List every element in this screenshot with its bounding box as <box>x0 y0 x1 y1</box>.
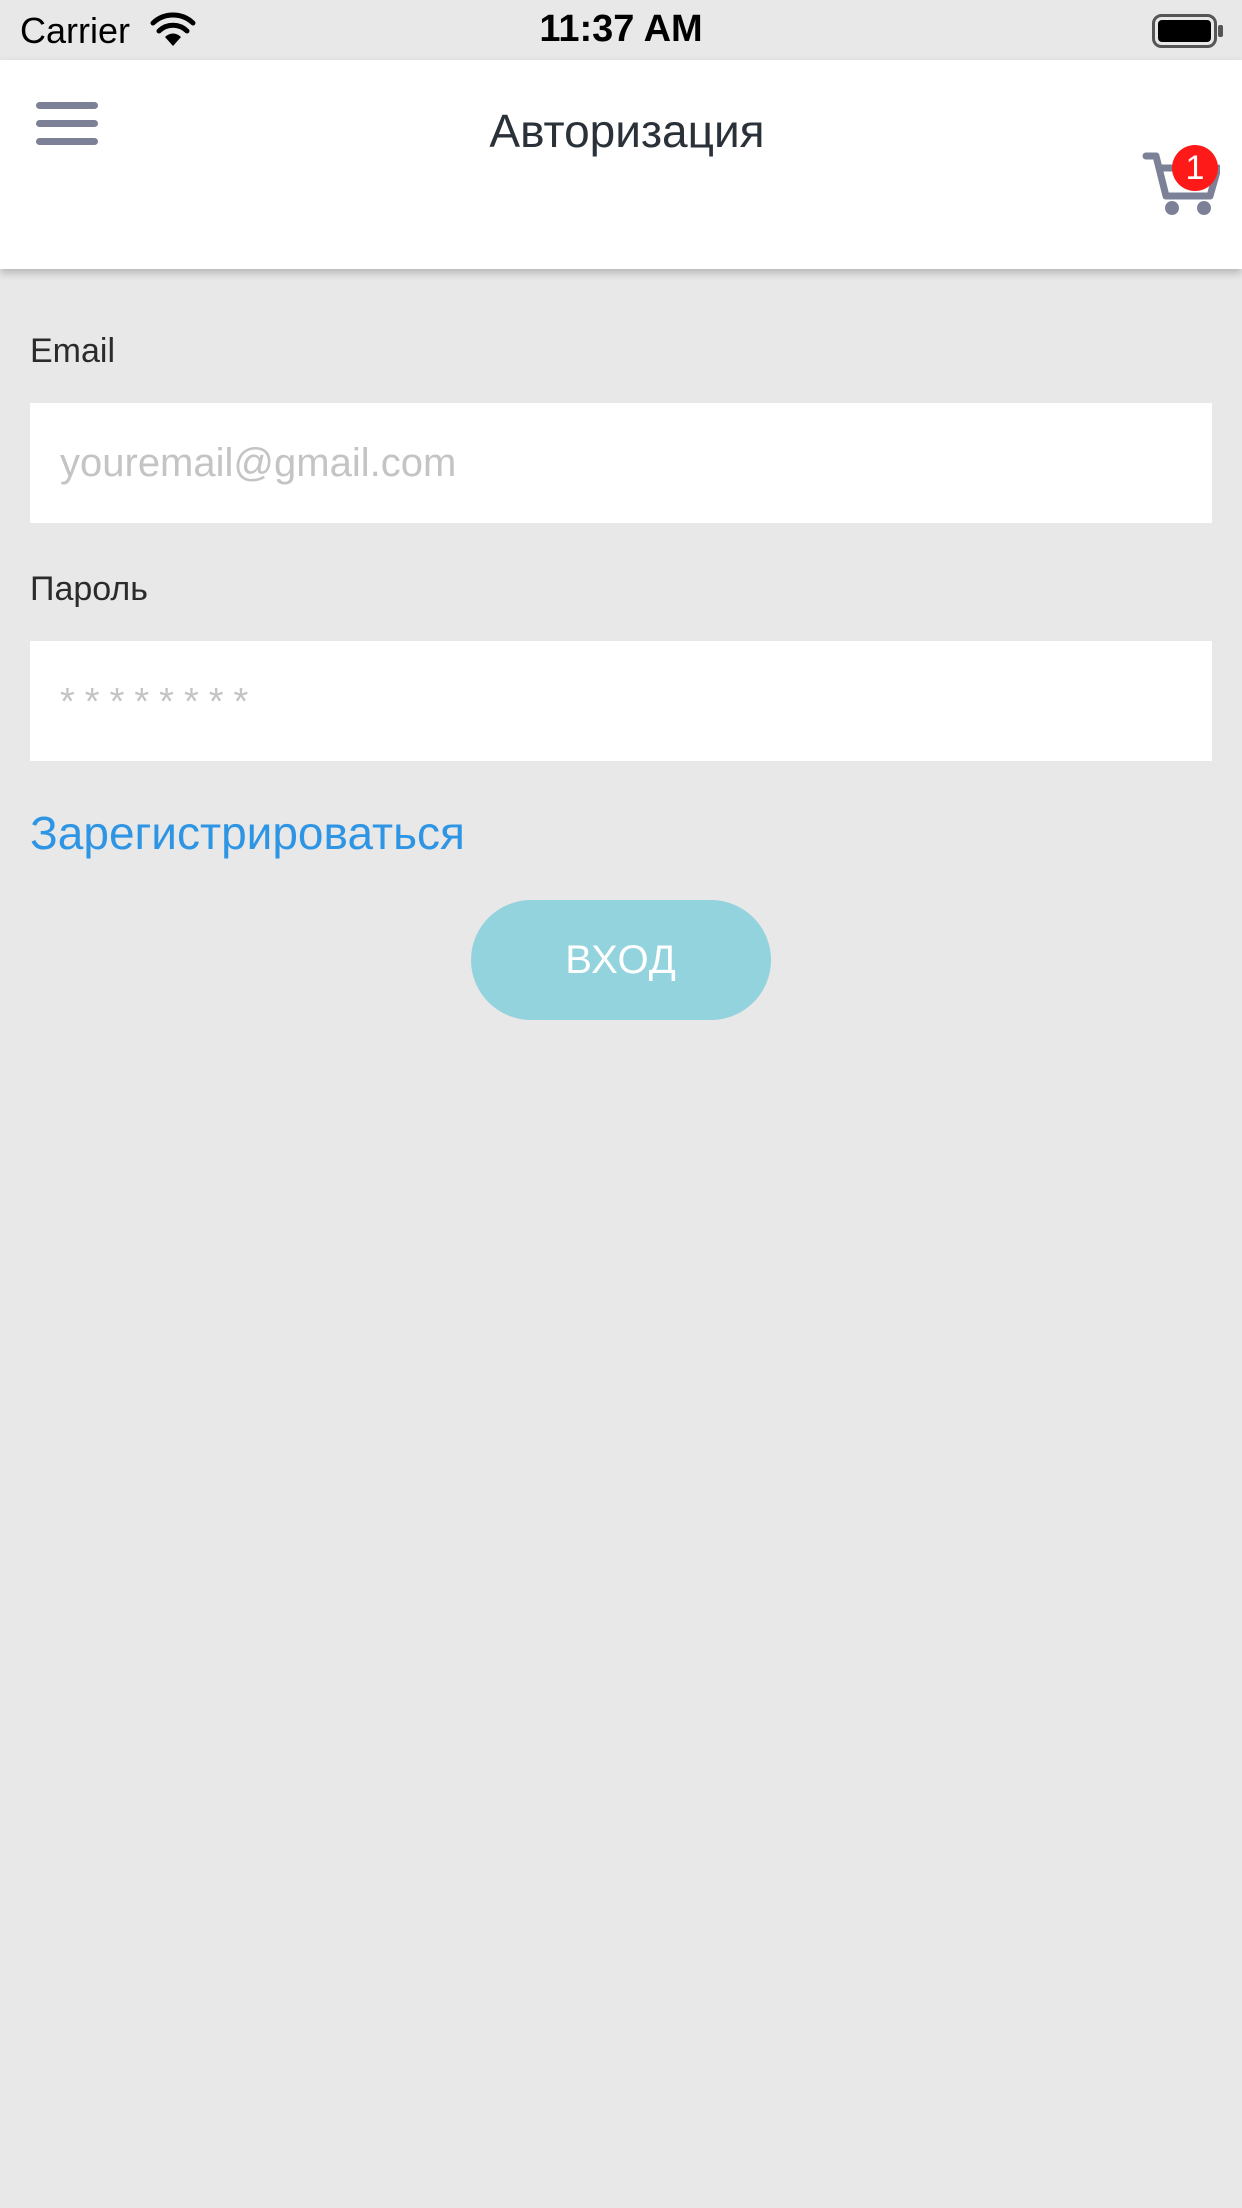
status-time: 11:37 AM <box>539 8 703 50</box>
login-button[interactable]: ВХОД <box>471 900 771 1020</box>
email-field[interactable] <box>30 403 1212 523</box>
page-title: Авторизация <box>489 105 765 157</box>
password-field[interactable] <box>30 641 1212 761</box>
cart-count-badge: 1 <box>1172 145 1218 191</box>
email-label: Email <box>30 332 116 370</box>
battery-icon <box>1152 14 1223 48</box>
app-header <box>0 60 1242 269</box>
password-label: Пароль <box>30 570 148 608</box>
register-link[interactable]: Зарегистрироваться <box>30 806 465 860</box>
status-bar: Carrier 11:37 AM <box>0 0 1242 60</box>
